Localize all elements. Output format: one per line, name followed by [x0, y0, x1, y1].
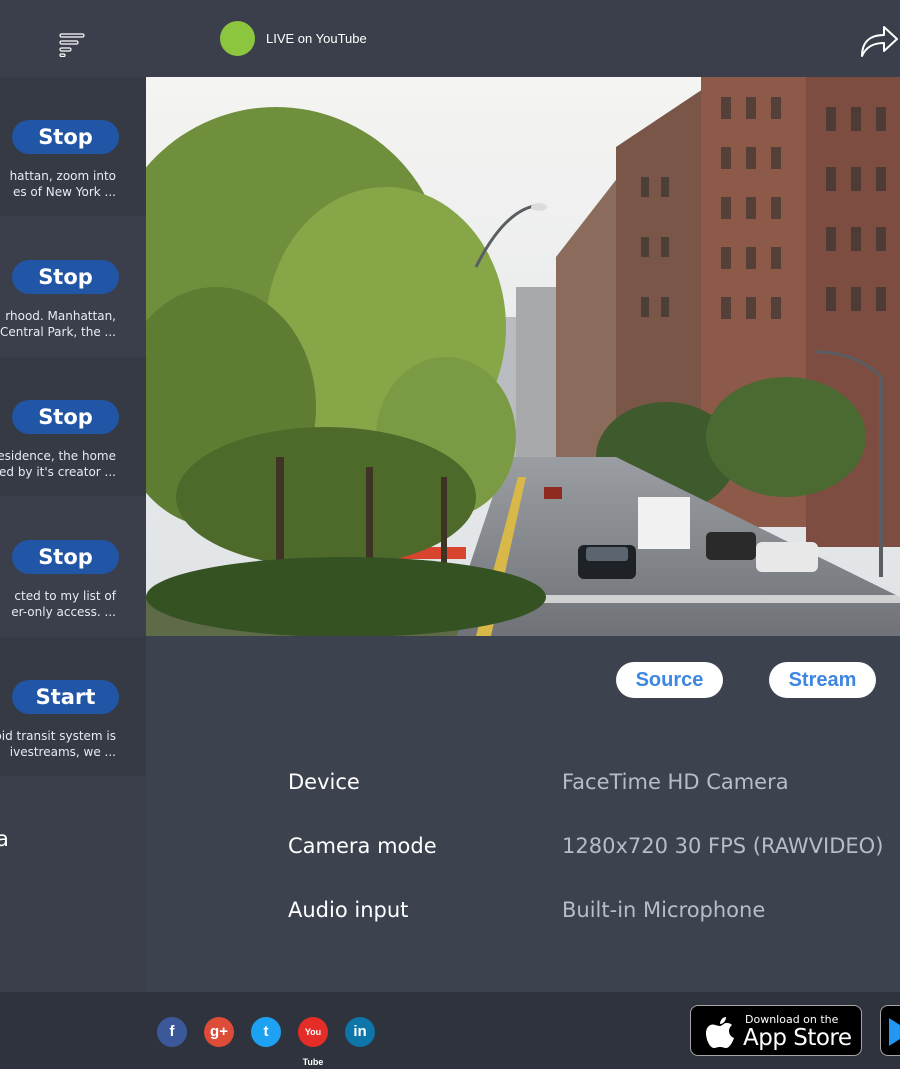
audio-input-value[interactable]: Built-in Microphone	[562, 898, 765, 922]
device-value[interactable]: FaceTime HD Camera	[562, 770, 789, 794]
source-button[interactable]: Source	[616, 662, 723, 698]
menu-icon[interactable]	[59, 33, 87, 57]
stream-list-sidebar: Stop hattan, zoom into es of New York ...…	[0, 77, 146, 992]
stream-stop-button[interactable]: Stop	[12, 260, 119, 294]
stream-list-item[interactable]: Stop hattan, zoom into es of New York ...	[0, 77, 146, 216]
live-status-text: LIVE on YouTube	[266, 31, 367, 46]
stream-description: hattan, zoom into es of New York ...	[9, 169, 116, 199]
apple-icon	[706, 1017, 734, 1048]
app-store-big-text: App Store	[743, 1025, 852, 1051]
stream-description: cted to my list of er-only access. ...	[11, 589, 116, 619]
stream-list-item[interactable]: Stop esidence, the home ed by it's creato…	[0, 357, 146, 496]
stream-description: pid transit system is ivestreams, we ...	[0, 729, 116, 759]
stream-list-item[interactable]: Start pid transit system is ivestreams, w…	[0, 637, 146, 776]
sidebar-partial-label: a	[0, 827, 9, 851]
facebook-icon[interactable]: f	[157, 1017, 187, 1047]
live-status-indicator	[220, 21, 255, 56]
stream-button[interactable]: Stream	[769, 662, 876, 698]
youtube-icon[interactable]: You Tube	[298, 1017, 328, 1067]
stream-start-button[interactable]: Start	[12, 680, 119, 714]
app-store-badge[interactable]: Download on the App Store	[690, 1005, 862, 1056]
top-bar: LIVE on YouTube	[0, 0, 900, 77]
twitter-icon[interactable]: t	[251, 1017, 281, 1047]
camera-mode-value[interactable]: 1280x720 30 FPS (RAWVIDEO)	[562, 834, 883, 858]
footer: f g+ t You Tube in Download on the App S…	[0, 992, 900, 1069]
google-plus-icon[interactable]: g+	[204, 1017, 234, 1047]
stream-stop-button[interactable]: Stop	[12, 120, 119, 154]
audio-input-label: Audio input	[288, 898, 409, 922]
device-label: Device	[288, 770, 360, 794]
stream-stop-button[interactable]: Stop	[12, 540, 119, 574]
stream-settings-panel: Source Stream Device FaceTime HD Camera …	[146, 636, 900, 992]
share-icon[interactable]	[858, 22, 900, 58]
video-preview	[146, 77, 900, 636]
google-play-badge[interactable]	[880, 1005, 900, 1056]
play-icon	[889, 1018, 900, 1046]
stream-description: rhood. Manhattan, Central Park, the ...	[0, 309, 116, 339]
linkedin-icon[interactable]: in	[345, 1017, 375, 1047]
camera-mode-label: Camera mode	[288, 834, 437, 858]
stream-list-item[interactable]: Stop rhood. Manhattan, Central Park, the …	[0, 217, 146, 356]
street-scene-image	[146, 77, 900, 636]
stream-list-item[interactable]: Stop cted to my list of er-only access. .…	[0, 497, 146, 636]
stream-stop-button[interactable]: Stop	[12, 400, 119, 434]
stream-description: esidence, the home ed by it's creator ...	[0, 449, 116, 479]
